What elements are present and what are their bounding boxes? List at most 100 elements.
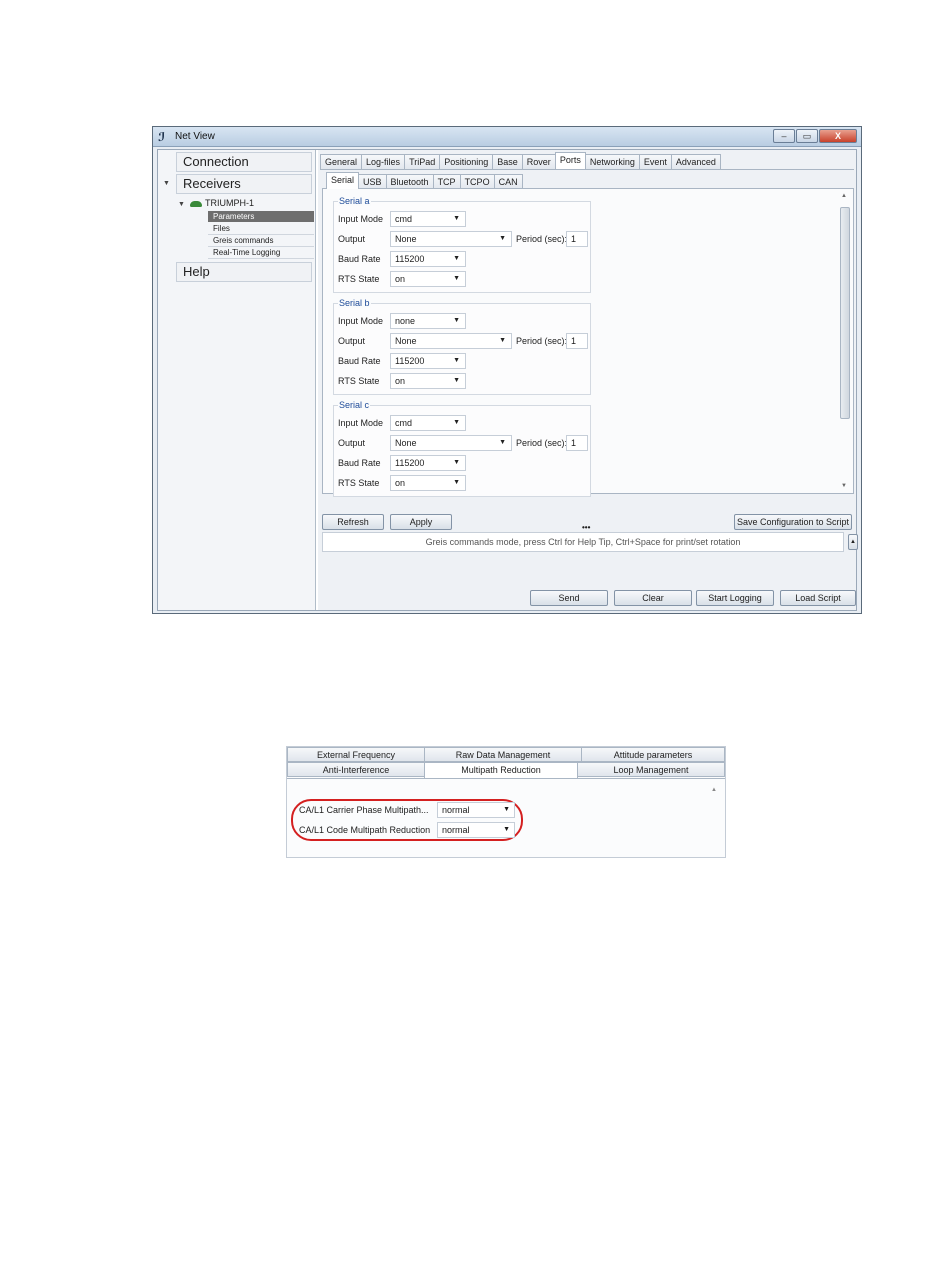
chevron-down-icon: ▼ — [453, 377, 460, 384]
load-script-button[interactable]: Load Script — [780, 590, 856, 606]
splitter-handle-icon[interactable]: ••• — [582, 524, 590, 532]
output-label: Output — [338, 438, 366, 448]
chevron-down-icon: ▼ — [503, 806, 510, 813]
baud-rate-value: 115200 — [395, 356, 425, 366]
main-tabs: General Log-files TriPad Positioning Bas… — [320, 152, 721, 169]
chevron-down-icon: ▼ — [499, 337, 506, 344]
tab-positioning[interactable]: Positioning — [439, 154, 494, 169]
carrier-phase-multipath-label: CA/L1 Carrier Phase Multipath... — [299, 805, 429, 815]
baud-rate-select[interactable]: 115200 ▼ — [390, 353, 466, 369]
tab-usb[interactable]: USB — [358, 174, 387, 189]
input-mode-select[interactable]: cmd ▼ — [390, 211, 466, 227]
tab-rover[interactable]: Rover — [521, 154, 556, 169]
sidebar-item-greis-commands[interactable]: Greis commands — [208, 235, 314, 247]
rts-state-label: RTS State — [338, 376, 380, 386]
nav-help[interactable]: Help — [176, 262, 312, 282]
scroll-down-icon[interactable]: ▼ — [841, 483, 847, 489]
tab-advanced[interactable]: Advanced — [670, 154, 721, 169]
sub-tabs: Serial USB Bluetooth TCP TCPO CAN — [326, 172, 523, 189]
period-input[interactable]: 1 — [566, 435, 588, 451]
chevron-down-icon: ▼ — [453, 215, 460, 222]
tab-log-files[interactable]: Log-files — [361, 154, 406, 169]
app-logo-icon: ℐ — [158, 130, 166, 144]
tab-bluetooth[interactable]: Bluetooth — [385, 174, 434, 189]
tab-multipath-reduction[interactable]: Multipath Reduction — [424, 762, 578, 779]
sidebar-item-parameters[interactable]: Parameters — [208, 211, 314, 222]
tab-loop-management[interactable]: Loop Management — [577, 762, 725, 777]
scroll-thumb[interactable] — [840, 207, 850, 419]
tab-attitude-parameters[interactable]: Attitude parameters — [581, 747, 725, 762]
sidebar-item-files[interactable]: Files — [208, 223, 314, 235]
output-value: None — [395, 234, 417, 244]
minimize-button[interactable]: – — [773, 129, 795, 143]
command-input[interactable]: Greis commands mode, press Ctrl for Help… — [322, 532, 844, 552]
scroll-up-icon[interactable]: ▲ — [711, 787, 717, 793]
tab-anti-interference[interactable]: Anti-Interference — [287, 762, 425, 777]
output-value: None — [395, 336, 417, 346]
tab-external-frequency[interactable]: External Frequency — [287, 747, 425, 762]
chevron-down-icon: ▼ — [453, 317, 460, 324]
output-label: Output — [338, 234, 366, 244]
title-bar[interactable]: ℐ Net View – ▭ X — [153, 127, 861, 147]
maximize-button[interactable]: ▭ — [796, 129, 818, 143]
scroll-up-icon[interactable]: ▲ — [841, 193, 847, 199]
sidebar-item-real-time-logging[interactable]: Real-Time Logging — [208, 247, 314, 259]
carrier-phase-multipath-value: normal — [442, 805, 470, 815]
serial-group-b: Serial b Input Mode none ▼ Output None ▼ P… — [333, 298, 591, 395]
clear-button[interactable]: Clear — [614, 590, 692, 606]
tab-can[interactable]: CAN — [493, 174, 523, 189]
input-mode-select[interactable]: none ▼ — [390, 313, 466, 329]
tab-tcp[interactable]: TCP — [432, 174, 461, 189]
carrier-phase-multipath-select[interactable]: normal ▼ — [437, 802, 515, 818]
period-input[interactable]: 1 — [566, 333, 588, 349]
period-input[interactable]: 1 — [566, 231, 588, 247]
tab-general[interactable]: General — [320, 154, 363, 169]
rts-state-select[interactable]: on ▼ — [390, 475, 466, 491]
main-content: General Log-files TriPad Positioning Bas… — [318, 150, 858, 610]
tab-networking[interactable]: Networking — [584, 154, 640, 169]
chevron-down-icon: ▼ — [453, 479, 460, 486]
input-mode-value: none — [395, 316, 416, 326]
group-title: Serial c — [338, 400, 371, 410]
rts-state-select[interactable]: on ▼ — [390, 373, 466, 389]
baud-rate-select[interactable]: 115200 ▼ — [390, 251, 466, 267]
tab-raw-data-management[interactable]: Raw Data Management — [424, 747, 582, 762]
send-button[interactable]: Send — [530, 590, 608, 606]
nav-connection[interactable]: Connection — [176, 152, 312, 172]
expand-receivers-icon[interactable]: ▼ — [163, 180, 170, 187]
baud-rate-value: 115200 — [395, 254, 425, 264]
tab-divider — [320, 169, 854, 170]
code-multipath-reduction-label: CA/L1 Code Multipath Reduction — [299, 825, 431, 835]
rts-state-value: on — [395, 376, 406, 386]
nav-receivers[interactable]: Receivers — [176, 174, 312, 194]
rts-state-label: RTS State — [338, 274, 380, 284]
period-label: Period (sec): — [516, 234, 568, 244]
rts-state-select[interactable]: on ▼ — [390, 271, 466, 287]
window-title: Net View — [175, 131, 215, 142]
chevron-down-icon: ▼ — [453, 275, 460, 282]
output-select[interactable]: None ▼ — [390, 333, 512, 349]
apply-button[interactable]: Apply — [390, 514, 452, 530]
input-mode-select[interactable]: cmd ▼ — [390, 415, 466, 431]
tab-tcpo[interactable]: TCPO — [459, 174, 495, 189]
expand-receiver-icon[interactable]: ▼ — [178, 201, 185, 208]
baud-rate-label: Baud Rate — [338, 356, 381, 366]
vertical-scrollbar[interactable]: ▲ ▼ — [839, 193, 851, 489]
tab-tripad[interactable]: TriPad — [404, 154, 441, 169]
save-configuration-button[interactable]: Save Configuration to Script — [734, 514, 852, 530]
tab-serial[interactable]: Serial — [326, 172, 360, 189]
input-mode-label: Input Mode — [338, 418, 384, 428]
close-button[interactable]: X — [819, 129, 857, 143]
tree-receiver[interactable]: TRIUMPH-1 — [190, 198, 254, 209]
tab-ports[interactable]: Ports — [554, 152, 586, 169]
output-select[interactable]: None ▼ — [390, 231, 512, 247]
expand-command-icon[interactable]: ▲ — [848, 534, 858, 550]
tab-base[interactable]: Base — [492, 154, 523, 169]
tab-event[interactable]: Event — [638, 154, 672, 169]
baud-rate-select[interactable]: 115200 ▼ — [390, 455, 466, 471]
code-multipath-reduction-select[interactable]: normal ▼ — [437, 822, 515, 838]
start-logging-button[interactable]: Start Logging — [696, 590, 774, 606]
refresh-button[interactable]: Refresh — [322, 514, 384, 530]
output-select[interactable]: None ▼ — [390, 435, 512, 451]
period-label: Period (sec): — [516, 438, 568, 448]
